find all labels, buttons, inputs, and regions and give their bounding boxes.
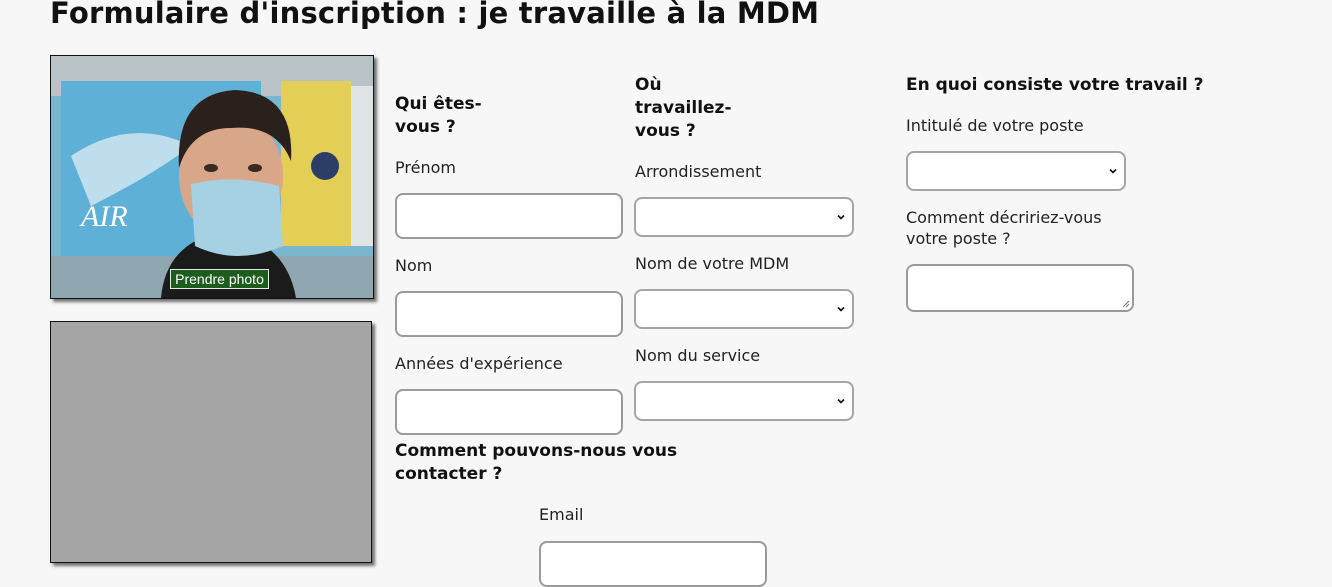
where-heading: Où travaillez-vous ?	[635, 75, 732, 141]
captured-photo	[50, 321, 372, 563]
resize-grip-icon[interactable]	[1121, 299, 1130, 308]
last-name-input[interactable]	[395, 291, 623, 337]
mdm-select[interactable]	[634, 289, 854, 329]
mdm-label: Nom de votre MDM	[635, 254, 790, 273]
webcam-scene: AIR	[51, 56, 373, 298]
job-desc-textarea[interactable]	[906, 264, 1134, 312]
job-title-select[interactable]	[906, 151, 1126, 191]
contact-heading: Comment pouvons-nous vous contacter ?	[395, 441, 678, 484]
first-name-input[interactable]	[395, 193, 623, 239]
experience-label: Années d'expérience	[395, 354, 563, 373]
chevron-down-icon	[1109, 168, 1117, 174]
chevron-down-icon	[837, 398, 845, 404]
district-select[interactable]	[634, 197, 854, 237]
first-name-label: Prénom	[395, 158, 456, 177]
take-photo-button[interactable]: Prendre photo	[170, 269, 269, 289]
page-title: Formulaire d'inscription : je travaille …	[50, 0, 820, 30]
email-label: Email	[539, 505, 584, 524]
job-title-label: Intitulé de votre poste	[906, 116, 1084, 135]
chevron-down-icon	[837, 306, 845, 312]
svg-text:AIR: AIR	[79, 200, 128, 233]
experience-input[interactable]	[395, 389, 623, 435]
chevron-down-icon	[837, 214, 845, 220]
service-label: Nom du service	[635, 346, 761, 365]
job-desc-label: Comment décririez-vous votre poste ?	[906, 208, 1102, 248]
service-select[interactable]	[634, 381, 854, 421]
webcam-preview: AIR Prendre photo	[50, 55, 374, 299]
who-heading: Qui êtes-vous ?	[395, 94, 482, 137]
last-name-label: Nom	[395, 256, 433, 275]
work-heading: En quoi consiste votre travail ?	[906, 75, 1204, 95]
district-label: Arrondissement	[635, 162, 762, 181]
email-input[interactable]	[539, 541, 767, 587]
